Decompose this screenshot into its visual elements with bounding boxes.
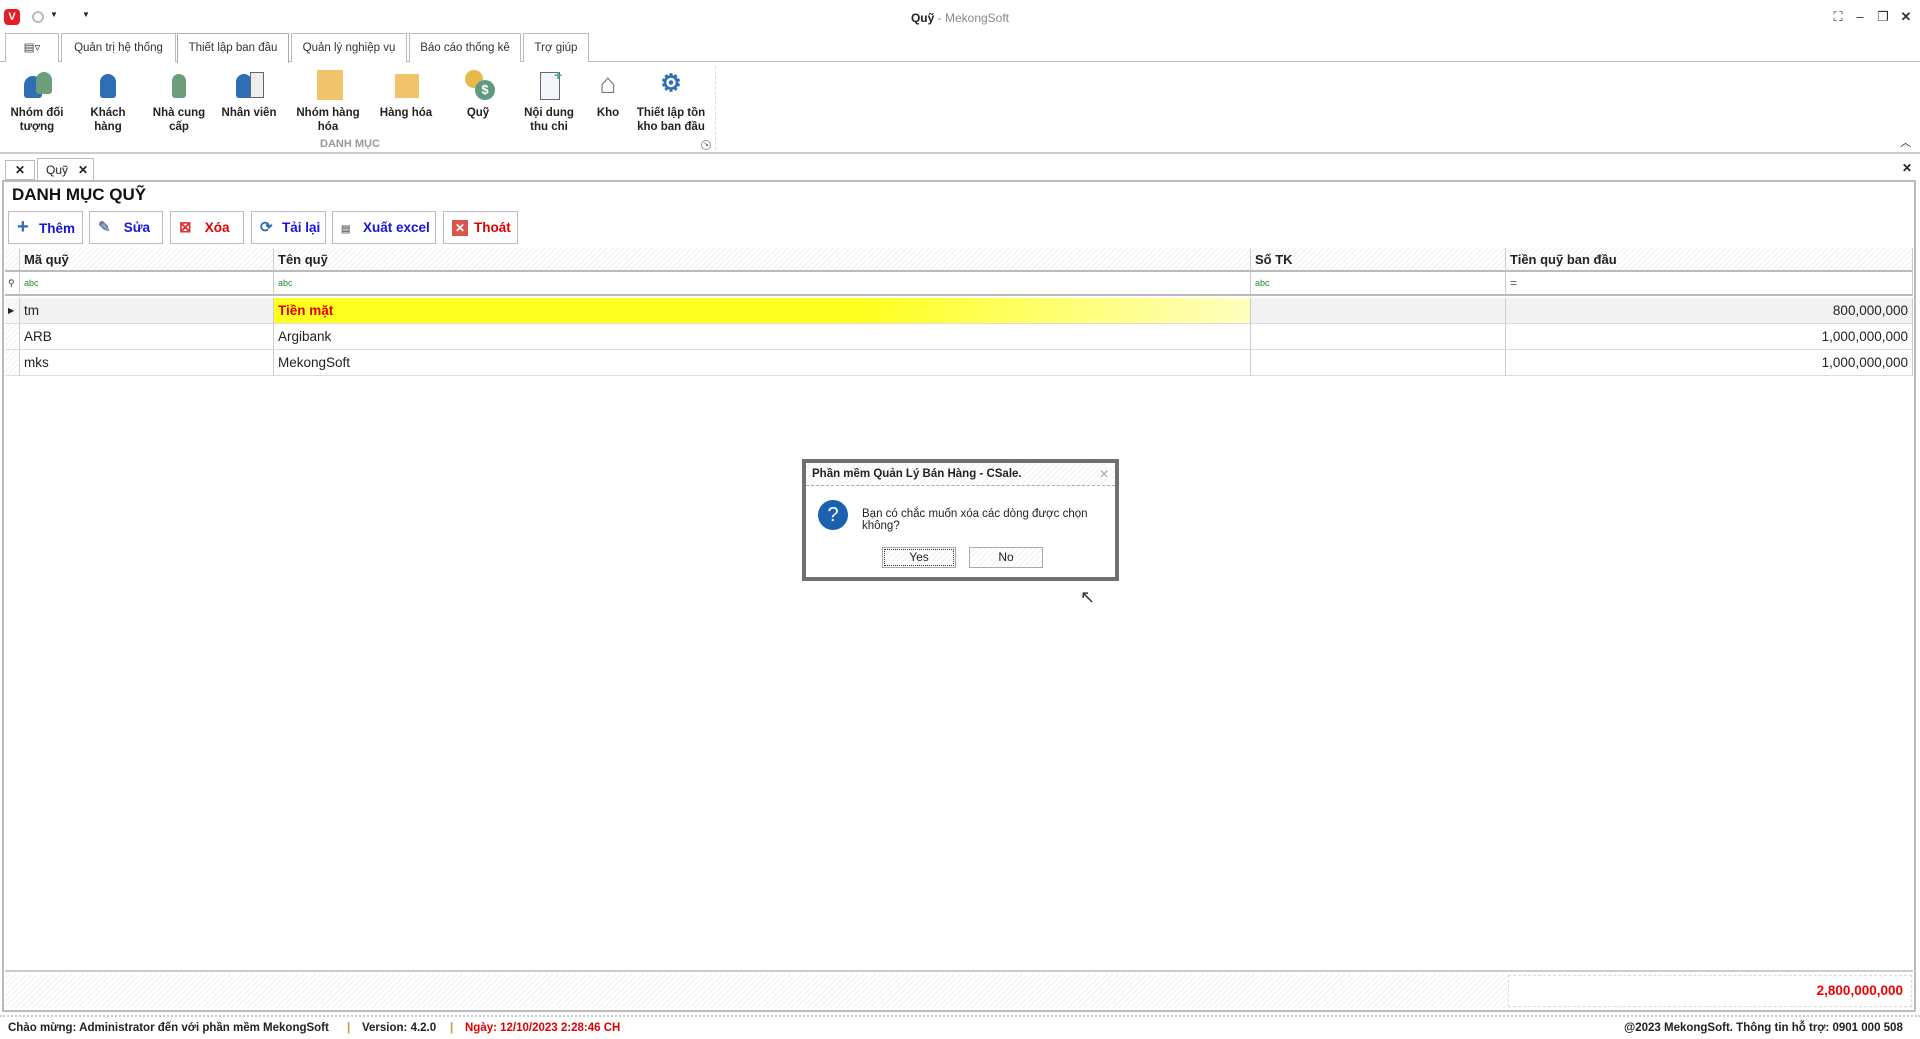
title-bar: V ▼ ▼ Quỹ - MekongSoft ⛶ – ❐ ✕	[0, 0, 1920, 34]
fullscreen-icon[interactable]: ⛶	[1828, 9, 1848, 25]
doc-tab-quy[interactable]: Quỹ ✕	[37, 158, 94, 180]
ribbon-hang-hoa[interactable]: Hàng hóa	[372, 68, 440, 120]
close-all-tabs-button[interactable]: ✕	[5, 160, 35, 180]
close-tab-icon[interactable]: ✕	[78, 159, 88, 181]
cell-so-tk[interactable]	[1251, 350, 1506, 376]
document-add-icon: +	[532, 68, 566, 100]
tab-thiet-lap-ban-dau[interactable]: Thiết lập ban đầu	[177, 33, 289, 63]
ribbon-group-label: DANH MỤC	[320, 138, 380, 150]
dialog-launcher-icon[interactable]: ↘	[701, 140, 711, 150]
cell-ten-quy[interactable]: MekongSoft	[274, 350, 1251, 376]
edit-button[interactable]: ✎ Sửa	[89, 211, 163, 244]
column-header-ma-quy[interactable]: Mã quỹ	[20, 248, 274, 272]
minimize-button[interactable]: –	[1850, 9, 1870, 24]
cell-tien-quy[interactable]: 1,000,000,000	[1506, 324, 1913, 350]
filter-ma-quy[interactable]: abc	[20, 272, 274, 296]
warehouse-house-icon: ⌂	[599, 68, 617, 99]
filter-ten-quy[interactable]: abc	[274, 272, 1251, 296]
ribbon-nhom-doi-tuong[interactable]: Nhóm đối tượng	[4, 68, 70, 134]
refresh-icon: ⟳	[260, 219, 273, 236]
exit-x-icon: ✕	[452, 212, 474, 243]
confirm-delete-dialog: Phần mềm Quản Lý Bán Hàng - CSale. ✕ ? B…	[802, 459, 1119, 581]
product-icon	[389, 68, 423, 100]
ribbon-menu-button[interactable]: ▤▿	[5, 33, 59, 62]
column-header-ten-quy[interactable]: Tên quỹ	[274, 248, 1251, 272]
xlsx-icon: ▤	[341, 224, 351, 235]
column-header-tien-quy[interactable]: Tiền quỹ ban đầu	[1506, 248, 1913, 272]
page-title: DANH MỤC QUỸ	[12, 185, 147, 204]
cell-ten-quy[interactable]: Tiền mặt	[274, 298, 1251, 324]
user-group-icon	[20, 68, 54, 100]
ribbon-kho[interactable]: ⌂ Kho	[588, 68, 628, 120]
status-version: Version: 4.2.0	[362, 1022, 437, 1034]
ribbon-nhan-vien[interactable]: Nhân viên	[216, 68, 282, 120]
dialog-title: Phần mềm Quản Lý Bán Hàng - CSale.	[806, 463, 1115, 486]
dialog-close-button[interactable]: ✕	[1099, 467, 1109, 481]
window-title: Quỹ - MekongSoft	[910, 11, 1010, 25]
ribbon-nha-cung-cap[interactable]: Nhà cung cấp	[146, 68, 212, 134]
gears-icon: ⚙	[660, 70, 682, 97]
product-group-icon	[311, 68, 345, 100]
status-copyright: @2023 MekongSoft. Thông tin hỗ trợ: 0901…	[1624, 1022, 1903, 1034]
doc-tab-label: Quỹ	[46, 163, 69, 177]
row-indicator[interactable]	[5, 350, 20, 376]
ribbon-thiet-lap-ton-kho[interactable]: ⚙ Thiết lập tồn kho ban đầu	[632, 68, 710, 134]
plus-icon: +	[17, 216, 29, 238]
row-indicator-header	[5, 248, 20, 272]
employee-icon	[232, 68, 266, 100]
question-icon: ?	[818, 500, 848, 530]
ribbon: Nhóm đối tượng Khách hàng Nhà cung cấp Nhân…	[0, 62, 1920, 154]
cell-ten-quy[interactable]: Argibank	[274, 324, 1251, 350]
cell-so-tk[interactable]	[1251, 298, 1506, 324]
add-button[interactable]: + Thêm	[8, 211, 83, 244]
cell-ma-quy[interactable]: tm	[20, 298, 274, 324]
filter-tien-quy[interactable]: =	[1506, 272, 1913, 296]
cell-ma-quy[interactable]: mks	[20, 350, 274, 376]
filter-row-icon: ⚲	[5, 272, 20, 296]
no-button[interactable]: No	[969, 547, 1043, 568]
status-date: Ngày: 12/10/2023 2:28:46 CH	[465, 1022, 621, 1034]
ribbon-quy[interactable]: $ Quỹ	[446, 68, 510, 120]
filter-so-tk[interactable]: abc	[1251, 272, 1506, 296]
ribbon-khach-hang[interactable]: Khách hàng	[76, 68, 140, 134]
tab-tro-giup[interactable]: Trợ giúp	[523, 33, 589, 62]
delete-button[interactable]: ⊠ Xóa	[170, 211, 244, 244]
yes-button[interactable]: Yes	[882, 547, 956, 568]
customer-icon	[91, 68, 125, 100]
status-bar: Chào mừng: Administrator đến với phần mề…	[0, 1015, 1920, 1039]
supplier-icon	[162, 68, 196, 100]
status-divider: |	[347, 1022, 351, 1034]
ribbon-nhom-hang-hoa[interactable]: Nhóm hàng hóa	[290, 68, 366, 134]
restore-button[interactable]: ❐	[1873, 9, 1893, 25]
collapse-ribbon-icon[interactable]: ︿	[1900, 134, 1911, 150]
exit-button[interactable]: ✕ Thoát	[443, 211, 518, 244]
column-header-so-tk[interactable]: Số TK	[1251, 248, 1506, 272]
ribbon-tabs: ▤▿ Quản trị hệ thống Thiết lập ban đầu Q…	[0, 33, 1920, 63]
row-indicator[interactable]	[5, 324, 20, 350]
cell-so-tk[interactable]	[1251, 324, 1506, 350]
export-excel-button[interactable]: ▤ Xuất excel	[332, 211, 436, 244]
tab-quan-tri-he-thong[interactable]: Quản trị hệ thống	[61, 33, 176, 62]
status-welcome: Chào mừng: Administrator đến với phần mề…	[8, 1022, 329, 1034]
close-window-button[interactable]: ✕	[1896, 9, 1916, 25]
ribbon-group-divider	[715, 66, 716, 150]
money-coins-icon: $	[461, 68, 495, 100]
total-amount: 2,800,000,000	[1508, 975, 1912, 1007]
tab-bao-cao-thong-ke[interactable]: Báo cáo thống kê	[409, 33, 521, 62]
cell-ma-quy[interactable]: ARB	[20, 324, 274, 350]
delete-rows-icon: ⊠	[179, 219, 192, 236]
cell-tien-quy[interactable]: 1,000,000,000	[1506, 350, 1913, 376]
dialog-message: Bạn có chắc muốn xóa các dòng được chọn …	[862, 508, 1088, 532]
pencil-icon: ✎	[98, 219, 111, 236]
mouse-cursor-icon: ↖	[1080, 587, 1096, 607]
close-document-icon[interactable]: ✕	[1902, 161, 1912, 175]
row-indicator-selected[interactable]: ▶	[5, 298, 20, 324]
document-tabs: ✕ Quỹ ✕ ✕	[0, 158, 1920, 180]
status-divider: |	[450, 1022, 454, 1034]
tab-quan-ly-nghiep-vu[interactable]: Quản lý nghiệp vụ	[291, 33, 407, 62]
cell-tien-quy[interactable]: 800,000,000	[1506, 298, 1913, 324]
reload-button[interactable]: ⟳ Tải lại	[251, 211, 326, 244]
ribbon-noi-dung-thu-chi[interactable]: + Nội dung thu chi	[516, 68, 582, 134]
